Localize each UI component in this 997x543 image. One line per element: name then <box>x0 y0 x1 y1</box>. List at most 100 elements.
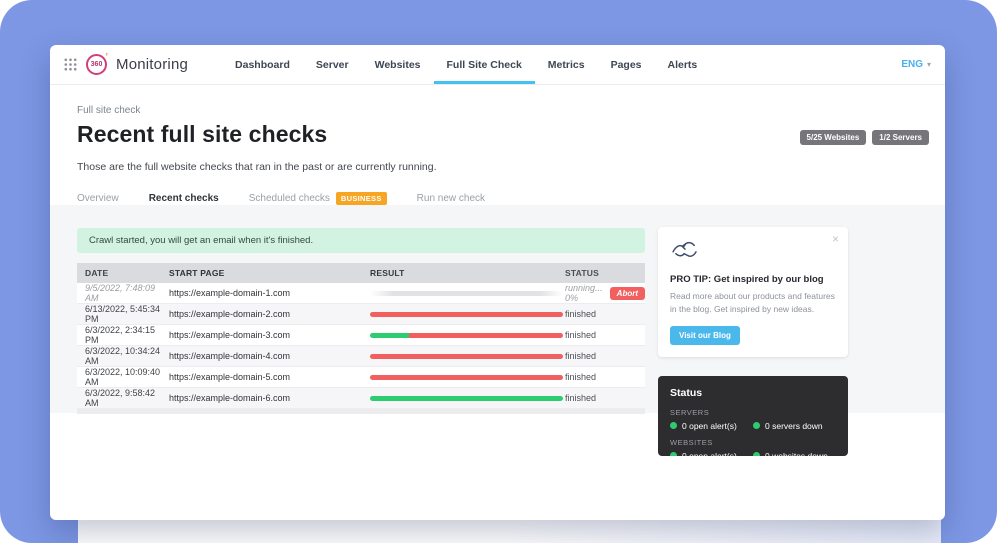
abort-button[interactable]: Abort <box>610 287 645 300</box>
column-header-date: DATE <box>77 268 169 278</box>
app-launcher-grid-icon[interactable] <box>64 58 77 71</box>
page-head: Full site check Recent full site checks … <box>50 85 945 173</box>
bar-green-segment <box>370 396 563 401</box>
bar-red-segment <box>370 354 563 359</box>
nav-item-alerts[interactable]: Alerts <box>655 45 711 84</box>
nav-item-metrics[interactable]: Metrics <box>535 45 598 84</box>
bar-green-segment <box>370 333 409 338</box>
badge-1-2-servers[interactable]: 1/2 Servers <box>872 130 929 145</box>
column-header-status: STATUS <box>565 268 645 278</box>
table-row[interactable]: 6/13/2022, 5:45:34 PMhttps://example-dom… <box>77 304 645 325</box>
nav-item-websites[interactable]: Websites <box>362 45 434 84</box>
breadcrumb: Full site check <box>77 105 918 116</box>
cell-status: finished <box>565 393 645 403</box>
nav-item-dashboard[interactable]: Dashboard <box>222 45 303 84</box>
result-progress-bar <box>370 354 563 359</box>
cell-date: 6/3/2022, 9:58:42 AM <box>77 388 169 408</box>
sidebar-column: × PRO TIP: Get inspired by our blog Read… <box>658 227 848 456</box>
visit-blog-button[interactable]: Visit our Blog <box>670 326 740 345</box>
table-row[interactable]: 6/3/2022, 10:34:24 AMhttps://example-dom… <box>77 346 645 367</box>
cell-result <box>370 375 565 380</box>
content-panel: Crawl started, you will get an email whe… <box>50 205 945 413</box>
status-text: finished <box>565 351 596 361</box>
badge-5-25-websites[interactable]: 5/25 Websites <box>800 130 867 145</box>
bottom-fade-decoration <box>78 519 941 543</box>
app-window: 360 ’ Monitoring DashboardServerWebsites… <box>50 45 945 520</box>
cell-result <box>370 291 565 296</box>
status-item-label: 0 open alert(s) <box>682 451 737 456</box>
logo-text: 360 <box>91 61 103 68</box>
cell-date: 6/3/2022, 10:34:24 AM <box>77 346 169 366</box>
cell-date: 6/13/2022, 5:45:34 PM <box>77 304 169 324</box>
brand-name: Monitoring <box>116 56 188 73</box>
status-item: 0 open alert(s) <box>670 421 753 431</box>
status-item: 0 servers down <box>753 421 836 431</box>
cell-date: 6/3/2022, 10:09:40 AM <box>77 367 169 387</box>
table-row[interactable]: 6/3/2022, 10:09:40 AMhttps://example-dom… <box>77 367 645 388</box>
status-card: Status SERVERS0 open alert(s)0 servers d… <box>658 376 848 456</box>
cell-status: finished <box>565 309 645 319</box>
status-sections: SERVERS0 open alert(s)0 servers downWEBS… <box>670 408 836 456</box>
page-description: Those are the full website checks that r… <box>77 161 918 173</box>
pro-tip-title: PRO TIP: Get inspired by our blog <box>670 274 836 285</box>
status-text: finished <box>565 330 596 340</box>
language-selector[interactable]: ENG ▾ <box>901 45 931 84</box>
tab-label: Run new check <box>417 193 485 204</box>
business-badge: BUSINESS <box>336 192 387 205</box>
status-items-row: 0 open alert(s) 0 servers down <box>670 421 836 431</box>
bar-red-segment <box>370 312 563 317</box>
app-header: 360 ’ Monitoring DashboardServerWebsites… <box>50 45 945 85</box>
cell-start-page: https://example-domain-6.com <box>169 393 370 403</box>
logo-flame-mark: ’ <box>105 52 108 63</box>
cell-status: finished <box>565 330 645 340</box>
table-row[interactable]: 9/5/2022, 7:48:09 AMhttps://example-doma… <box>77 283 645 304</box>
tab-label: Overview <box>77 193 119 204</box>
brand-area: 360 ’ Monitoring <box>64 45 188 84</box>
cell-result <box>370 333 565 338</box>
checks-column: Crawl started, you will get an email whe… <box>77 228 645 414</box>
usage-badges: 5/25 Websites 1/2 Servers <box>800 130 929 145</box>
column-header-start-page: START PAGE <box>169 268 370 278</box>
table-cutoff-row <box>77 409 645 414</box>
green-status-dot-icon <box>670 452 677 456</box>
column-header-result: RESULT <box>370 268 565 278</box>
status-items-row: 0 open alert(s) 0 websites down <box>670 451 836 456</box>
nav-item-server[interactable]: Server <box>303 45 362 84</box>
bar-red-segment <box>370 375 563 380</box>
cell-result <box>370 396 565 401</box>
table-row[interactable]: 6/3/2022, 9:58:42 AMhttps://example-doma… <box>77 388 645 409</box>
status-text: finished <box>565 372 596 382</box>
result-progress-bar <box>370 375 563 380</box>
brand-360-logo-icon[interactable]: 360 ’ <box>86 54 107 75</box>
result-progress-bar <box>370 291 563 296</box>
status-text: running... 0% <box>565 283 604 303</box>
status-item-label: 0 websites down <box>765 451 828 456</box>
cell-date: 6/3/2022, 2:34:15 PM <box>77 325 169 345</box>
page-title: Recent full site checks <box>77 121 918 148</box>
nav-item-full-site-check[interactable]: Full Site Check <box>434 45 535 84</box>
marketing-canvas: 360 ’ Monitoring DashboardServerWebsites… <box>0 0 997 543</box>
table-body: 9/5/2022, 7:48:09 AMhttps://example-doma… <box>77 283 645 409</box>
cell-date: 9/5/2022, 7:48:09 AM <box>77 283 169 303</box>
status-section-heading-servers: SERVERS <box>670 408 836 417</box>
cell-start-page: https://example-domain-4.com <box>169 351 370 361</box>
status-item-label: 0 open alert(s) <box>682 421 737 431</box>
table-header: DATESTART PAGERESULTSTATUS <box>77 263 645 283</box>
cell-result <box>370 312 565 317</box>
cell-status: finished <box>565 351 645 361</box>
cell-status: running... 0% Abort <box>565 283 645 303</box>
cell-result <box>370 354 565 359</box>
cell-start-page: https://example-domain-1.com <box>169 288 370 298</box>
table-row[interactable]: 6/3/2022, 2:34:15 PMhttps://example-doma… <box>77 325 645 346</box>
tab-label: Recent checks <box>149 193 219 204</box>
green-status-dot-icon <box>753 452 760 456</box>
bar-red-segment <box>409 333 563 338</box>
result-progress-bar <box>370 396 563 401</box>
close-icon[interactable]: × <box>832 233 839 245</box>
nav-item-pages[interactable]: Pages <box>598 45 655 84</box>
tab-label: Scheduled checks <box>249 193 330 204</box>
main-nav: DashboardServerWebsitesFull Site CheckMe… <box>222 45 710 84</box>
cell-start-page: https://example-domain-5.com <box>169 372 370 382</box>
cell-status: finished <box>565 372 645 382</box>
result-progress-bar <box>370 333 563 338</box>
